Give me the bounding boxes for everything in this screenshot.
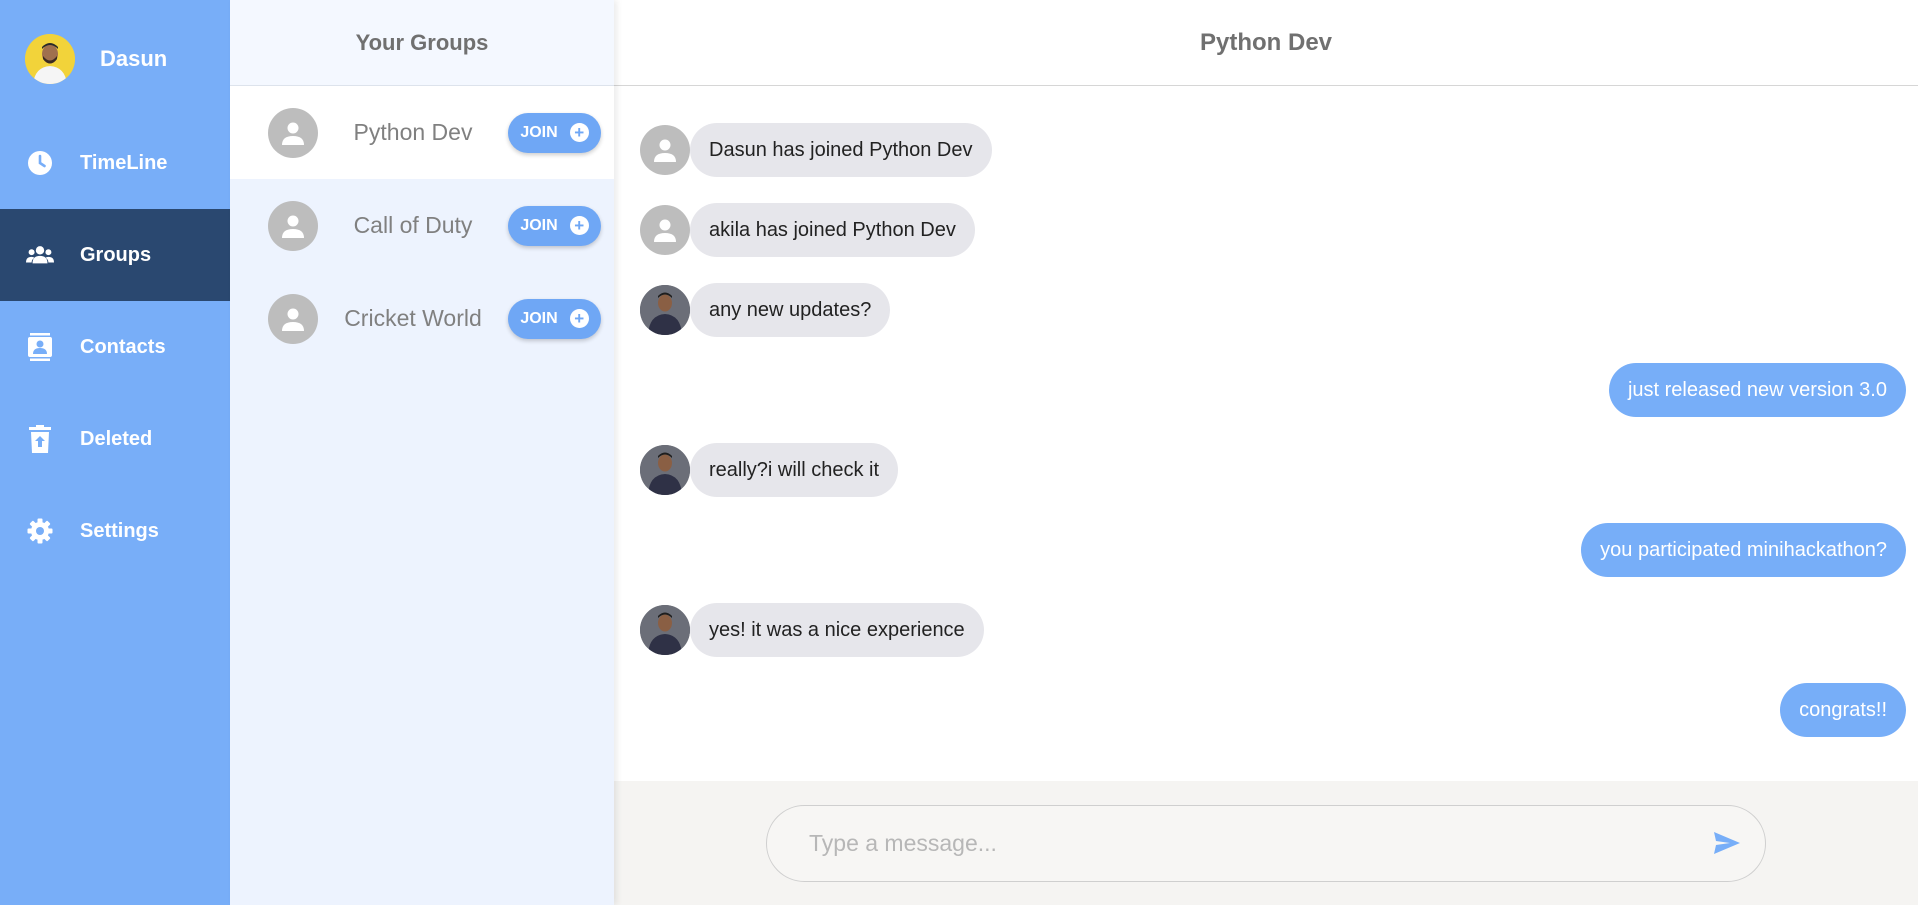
message-row: any new updates? — [614, 270, 1918, 350]
sidebar-item-contacts[interactable]: Contacts — [0, 301, 230, 393]
composer-box — [766, 804, 1766, 882]
sender-avatar[interactable] — [640, 605, 690, 655]
person-icon — [282, 215, 304, 238]
sidebar-item-deleted[interactable]: Deleted — [0, 393, 230, 485]
message-bubble-outgoing: you participated minihackathon? — [1581, 523, 1906, 577]
sender-avatar[interactable] — [640, 445, 690, 495]
system-avatar — [640, 205, 690, 255]
message-row: yes! it was a nice experience — [614, 590, 1918, 670]
join-button[interactable]: JOIN + — [508, 205, 601, 246]
message-bubble-outgoing: congrats!! — [1780, 683, 1906, 737]
message-row: you participated minihackathon? — [614, 510, 1918, 590]
message-composer — [614, 781, 1918, 905]
sidebar: Dasun TimeLine Groups Contacts Deleted S… — [0, 0, 230, 905]
join-label: JOIN — [520, 216, 558, 234]
group-name: Cricket World — [344, 305, 482, 331]
join-button[interactable]: JOIN + — [508, 112, 601, 153]
group-item-call-of-duty[interactable]: Call of Duty JOIN + — [230, 179, 614, 272]
contact-card-icon — [26, 333, 54, 361]
join-label: JOIN — [520, 309, 558, 327]
system-avatar — [640, 125, 690, 175]
sidebar-item-label: Settings — [80, 519, 159, 542]
message-row: just released new version 3.0 — [614, 350, 1918, 430]
message-row: Dasun has joined Python Dev — [614, 110, 1918, 190]
person-icon — [654, 139, 676, 162]
message-bubble-outgoing: just released new version 3.0 — [1608, 363, 1906, 417]
group-item-cricket-world[interactable]: Cricket World JOIN + — [230, 272, 614, 365]
person-icon — [654, 219, 676, 242]
app-root: Dasun TimeLine Groups Contacts Deleted S… — [0, 0, 1918, 905]
message-bubble-incoming: any new updates? — [690, 283, 891, 337]
sender-avatar[interactable] — [640, 285, 690, 335]
chat-title: Python Dev — [614, 0, 1918, 86]
send-icon[interactable] — [1711, 827, 1743, 859]
sidebar-item-timeline[interactable]: TimeLine — [0, 117, 230, 209]
message-row: congrats!! — [614, 670, 1918, 750]
message-bubble-incoming: Dasun has joined Python Dev — [690, 123, 992, 177]
sidebar-item-label: Deleted — [80, 427, 153, 450]
message-bubble-incoming: really?i will check it — [690, 443, 899, 497]
group-avatar — [268, 107, 318, 158]
sidebar-item-label: Contacts — [80, 335, 166, 358]
message-input[interactable] — [809, 829, 1711, 857]
message-row: akila has joined Python Dev — [614, 190, 1918, 270]
sidebar-item-groups[interactable]: Groups — [0, 209, 230, 301]
join-button[interactable]: JOIN + — [508, 298, 601, 339]
user-avatar — [25, 33, 75, 84]
person-icon — [282, 308, 304, 331]
group-name: Python Dev — [353, 119, 473, 145]
groups-panel: Your Groups Python Dev JOIN + Call of Dut… — [230, 0, 614, 905]
message-row: really?i will check it — [614, 430, 1918, 510]
sidebar-item-label: Groups — [80, 243, 152, 266]
clock-icon — [26, 149, 54, 177]
gear-icon — [26, 517, 54, 545]
group-item-python-dev[interactable]: Python Dev JOIN + — [230, 86, 614, 179]
sidebar-item-label: TimeLine — [80, 151, 168, 174]
profile[interactable]: Dasun — [0, 0, 230, 117]
plus-icon: + — [569, 123, 589, 142]
user-name: Dasun — [100, 45, 168, 71]
person-icon — [282, 122, 304, 145]
message-bubble-incoming: akila has joined Python Dev — [690, 203, 975, 257]
sidebar-item-settings[interactable]: Settings — [0, 485, 230, 577]
chat-panel: Python Dev Dasun has joined Python Dev a… — [614, 0, 1918, 905]
plus-icon: + — [569, 309, 589, 328]
plus-icon: + — [569, 216, 589, 235]
message-list: Dasun has joined Python Dev akila has jo… — [614, 86, 1918, 781]
group-avatar — [268, 200, 318, 251]
message-bubble-incoming: yes! it was a nice experience — [690, 603, 984, 657]
people-icon — [26, 241, 54, 269]
group-avatar — [268, 293, 318, 344]
trash-restore-icon — [26, 425, 54, 453]
groups-header: Your Groups — [230, 0, 614, 86]
join-label: JOIN — [520, 123, 558, 141]
group-name: Call of Duty — [353, 212, 473, 238]
